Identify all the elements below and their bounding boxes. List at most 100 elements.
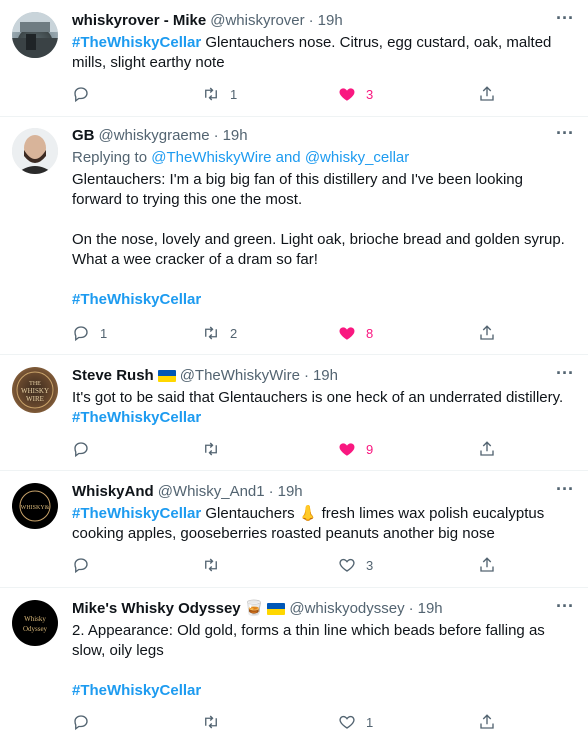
timestamp[interactable]: 19h — [318, 11, 343, 31]
avatar[interactable]: WHISKY& — [12, 483, 58, 529]
tweet-paragraph: 2. Appearance: Old gold, forms a thin li… — [72, 622, 545, 659]
more-options-icon[interactable]: ··· — [556, 479, 574, 500]
separator-dot: · — [408, 600, 414, 617]
separator-dot: · — [303, 367, 309, 384]
tweet-actions: 1 3 — [72, 84, 502, 104]
share-icon — [480, 441, 494, 456]
user-handle[interactable]: @whiskyrover — [210, 11, 304, 31]
like-count: 1 — [366, 714, 374, 730]
hashtag-link[interactable]: #TheWhiskyCellar — [72, 409, 201, 426]
separator-dot: · — [213, 127, 219, 144]
display-name[interactable]: GB — [72, 126, 95, 146]
retweet-count: 1 — [230, 86, 238, 102]
user-handle[interactable]: @Whisky_And1 — [158, 482, 265, 502]
like-button[interactable]: 3 — [338, 84, 373, 104]
user-handle[interactable]: @TheWhiskyWire — [180, 366, 300, 386]
avatar-photo-icon — [12, 12, 58, 58]
share-button[interactable] — [478, 84, 496, 104]
svg-text:WIRE: WIRE — [26, 395, 44, 403]
mention-link[interactable]: @whisky_cellar — [305, 149, 409, 166]
retweet-button[interactable]: 2 — [202, 323, 237, 343]
whisky-odyssey-logo-icon: Whisky Odyssey — [23, 615, 48, 633]
retweet-button[interactable] — [202, 439, 230, 459]
retweet-icon — [205, 87, 217, 101]
tweet[interactable]: THE WHISKY WIRE Steve Rush @TheWhiskyWir… — [0, 355, 588, 471]
avatar[interactable] — [12, 12, 58, 58]
share-button[interactable] — [478, 555, 496, 575]
retweet-button[interactable] — [202, 555, 230, 575]
reply-count: 1 — [100, 325, 108, 341]
tweet-paragraph: On the nose, lovely and green. Light oak… — [72, 231, 565, 268]
display-name[interactable]: Mike's Whisky Odyssey — [72, 599, 241, 619]
timestamp[interactable]: 19h — [278, 482, 303, 502]
tweet-header: WhiskyAnd @Whisky_And1 · 19h — [72, 471, 588, 502]
tweet-actions: 1 2 8 — [72, 323, 502, 343]
avatar[interactable] — [12, 128, 58, 174]
like-count: 3 — [366, 86, 374, 102]
retweet-button[interactable] — [202, 712, 230, 732]
tweet-text: It's got to be said that Glentauchers is… — [72, 388, 582, 428]
more-options-icon[interactable]: ··· — [556, 363, 574, 384]
more-options-icon[interactable]: ··· — [556, 8, 574, 29]
tumbler-glass-icon: 🥃 — [244, 600, 264, 617]
tweet-actions: 1 — [72, 712, 502, 732]
share-icon — [480, 714, 494, 729]
hashtag-link[interactable]: #TheWhiskyCellar — [72, 291, 201, 308]
replying-to-line: Replying to @TheWhiskyWire and @whisky_c… — [72, 148, 588, 168]
timestamp[interactable]: 19h — [418, 599, 443, 619]
timestamp[interactable]: 19h — [223, 126, 248, 146]
like-button[interactable]: 8 — [338, 323, 373, 343]
user-handle[interactable]: @whiskyodyssey — [289, 599, 404, 619]
like-count: 3 — [366, 557, 374, 573]
reply-button[interactable] — [72, 555, 100, 575]
like-count: 9 — [366, 441, 374, 457]
avatar-logo-text: WHISKY& — [21, 505, 50, 511]
display-name[interactable]: whiskyrover - Mike — [72, 11, 206, 31]
like-button[interactable]: 3 — [338, 555, 373, 575]
hashtag-link[interactable]: #TheWhiskyCellar — [72, 682, 201, 699]
share-button[interactable] — [478, 712, 496, 732]
svg-text:WHISKY: WHISKY — [21, 387, 49, 395]
tweet-text: Glentauchers: I'm a big big fan of this … — [72, 170, 572, 310]
retweet-icon — [205, 558, 217, 572]
tweet-text: #TheWhiskyCellar Glentauchers 👃 fresh li… — [72, 504, 572, 544]
ukraine-flag-icon — [267, 603, 286, 615]
reply-icon — [74, 442, 88, 458]
hashtag-link[interactable]: #TheWhiskyCellar — [72, 34, 201, 51]
reply-button[interactable] — [72, 84, 100, 104]
reply-button[interactable] — [72, 439, 100, 459]
retweet-icon — [205, 715, 217, 729]
tweet-actions: 9 — [72, 439, 502, 459]
heart-filled-icon — [339, 327, 355, 340]
tweet[interactable]: Whisky Odyssey Mike's Whisky Odyssey 🥃 @… — [0, 588, 588, 748]
tweet-paragraph: Glentauchers: I'm a big big fan of this … — [72, 171, 523, 208]
hashtag-link[interactable]: #TheWhiskyCellar — [72, 505, 201, 522]
user-handle[interactable]: @whiskygraeme — [99, 126, 210, 146]
reply-icon — [74, 326, 88, 342]
mention-link[interactable]: @TheWhiskyWire — [151, 149, 271, 166]
avatar[interactable]: Whisky Odyssey — [12, 600, 58, 646]
tweet[interactable]: whiskyrover - Mike @whiskyrover · 19h ··… — [0, 0, 588, 117]
ukraine-flag-icon — [157, 370, 176, 382]
avatar[interactable]: THE WHISKY WIRE — [12, 367, 58, 413]
more-options-icon[interactable]: ··· — [556, 596, 574, 617]
reply-button[interactable]: 1 — [72, 323, 107, 343]
svg-text:Whisky: Whisky — [24, 615, 46, 623]
timestamp[interactable]: 19h — [313, 366, 338, 386]
share-button[interactable] — [478, 439, 496, 459]
more-options-icon[interactable]: ··· — [556, 123, 574, 144]
like-count: 8 — [366, 325, 374, 341]
retweet-button[interactable]: 1 — [202, 84, 237, 104]
tweet-header: Mike's Whisky Odyssey 🥃 @whiskyodyssey ·… — [72, 588, 588, 619]
like-button[interactable]: 9 — [338, 439, 373, 459]
reply-icon — [74, 715, 88, 731]
whiskyand-logo-icon: WHISKY& — [19, 490, 51, 522]
tweet[interactable]: WHISKY& WhiskyAnd @Whisky_And1 · 19h ···… — [0, 471, 588, 588]
tweet[interactable]: GB @whiskygraeme · 19h ··· Replying to @… — [0, 117, 588, 355]
heart-icon — [339, 715, 355, 729]
display-name[interactable]: WhiskyAnd — [72, 482, 154, 502]
share-button[interactable] — [478, 323, 496, 343]
display-name[interactable]: Steve Rush — [72, 366, 154, 386]
like-button[interactable]: 1 — [338, 712, 373, 732]
reply-button[interactable] — [72, 712, 100, 732]
